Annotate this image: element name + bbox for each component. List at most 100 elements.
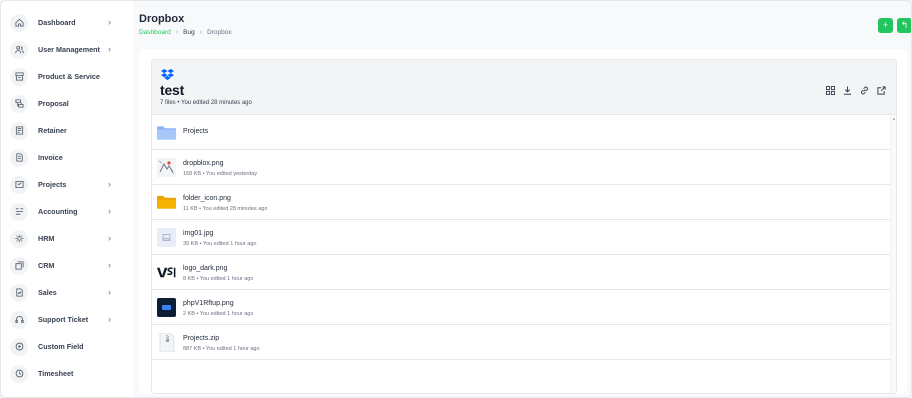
sidebar-item-label: CRM <box>38 261 55 270</box>
image-thumbnail-icon <box>157 228 176 247</box>
file-info: 8 KB • You edited 1 hour ago <box>183 276 254 282</box>
scroll-up-icon: ▲ <box>892 116 896 121</box>
sidebar-item-product-service[interactable]: Product & Service <box>1 63 133 90</box>
link-icon[interactable] <box>860 86 869 95</box>
scrollbar[interactable]: ▲ <box>890 115 896 393</box>
sidebar-item-label: Accounting <box>38 207 78 216</box>
add-button[interactable]: + <box>878 18 893 33</box>
users-icon <box>10 40 28 59</box>
sidebar-item-retainer[interactable]: Retainer <box>1 117 133 144</box>
file-row-folder-icon-png[interactable]: folder_icon.png 11 KB • You edited 28 min… <box>152 185 892 220</box>
plus-icon: + <box>882 20 889 30</box>
file-name: phpV1Rftup.png <box>183 300 234 307</box>
folder-icon <box>157 123 176 142</box>
chevron-right-icon: › <box>108 179 111 189</box>
sidebar-item-label: HRM <box>38 234 55 243</box>
chevron-right-icon: › <box>108 260 111 270</box>
sidebar-item-label: User Management <box>38 45 100 54</box>
dropbox-embed: test 7 files • You edited 28 minutes ago <box>151 59 897 394</box>
grid-icon[interactable] <box>826 86 835 95</box>
breadcrumb-bug[interactable]: Bug <box>183 29 195 36</box>
download-icon[interactable] <box>843 86 852 95</box>
sidebar-item-user-management[interactable]: User Management › <box>1 36 133 63</box>
image-thumbnail-icon <box>157 158 176 177</box>
chevron-right-icon: › <box>108 17 111 27</box>
custom-field-icon <box>10 337 28 356</box>
hrm-icon <box>10 229 28 248</box>
file-name: img01.jpg <box>183 230 214 237</box>
file-row-projects[interactable]: Projects <box>152 115 892 150</box>
image-thumbnail-icon <box>157 298 176 317</box>
folder-name: test <box>160 82 185 98</box>
sidebar-item-accounting[interactable]: Accounting › <box>1 198 133 225</box>
sidebar-item-label: Support Ticket <box>38 315 89 324</box>
file-row-img01-jpg[interactable]: img01.jpg 39 KB • You edited 1 hour ago <box>152 220 892 255</box>
chevron-right-icon: › <box>108 44 111 54</box>
crm-icon <box>10 256 28 275</box>
sidebar-item-label: Projects <box>38 180 67 189</box>
sidebar-item-label: Dashboard <box>38 18 76 27</box>
breadcrumb-dropbox: Dropbox <box>207 29 232 36</box>
sidebar-item-label: Product & Service <box>38 72 100 81</box>
sidebar: Dashboard › User Management › Product & Serv… <box>1 1 133 397</box>
sidebar-item-support-ticket[interactable]: Support Ticket › <box>1 306 133 333</box>
file-name: dropblox.png <box>183 160 224 167</box>
file-info: 39 KB • You edited 1 hour ago <box>183 241 257 247</box>
accounting-icon <box>10 202 28 221</box>
file-row-dropblox-png[interactable]: dropblox.png 168 KB • You edited yesterda… <box>152 150 892 185</box>
chevron-right-icon: › <box>108 206 111 216</box>
clock-icon <box>10 364 28 383</box>
app-window: Dashboard › User Management › Product & Serv… <box>0 0 912 398</box>
breadcrumb-separator: › <box>199 29 203 36</box>
box-icon <box>10 67 28 86</box>
projects-icon <box>10 175 28 194</box>
folder-icon <box>157 193 176 212</box>
sidebar-item-label: Sales <box>38 288 57 297</box>
breadcrumb: Dashboard › Bug › Dropbox <box>139 29 232 36</box>
sidebar-item-invoice[interactable]: Invoice <box>1 144 133 171</box>
file-info: 168 KB • You edited yesterday <box>183 171 258 177</box>
sales-icon <box>10 283 28 302</box>
dropbox-logo-icon <box>161 69 174 80</box>
retainer-icon <box>10 121 28 140</box>
dropbox-actions <box>826 86 886 95</box>
sidebar-item-custom-field[interactable]: Custom Field <box>1 333 133 360</box>
file-row-phpv1rftup-png[interactable]: phpV1Rftup.png 2 KB • You edited 1 hour a… <box>152 290 892 325</box>
file-list: Projects dropblox.png 168 KB • You edited … <box>152 115 892 393</box>
back-button[interactable]: ↰ <box>897 18 911 33</box>
sidebar-item-proposal[interactable]: Proposal <box>1 90 133 117</box>
zip-file-icon <box>157 333 176 352</box>
chevron-right-icon: › <box>108 314 111 324</box>
sidebar-item-label: Timesheet <box>38 369 74 378</box>
sidebar-item-projects[interactable]: Projects › <box>1 171 133 198</box>
file-name: Projects.zip <box>183 335 220 342</box>
image-thumbnail-icon <box>157 263 176 282</box>
sidebar-item-dashboard[interactable]: Dashboard › <box>1 9 133 36</box>
file-name: logo_dark.png <box>183 265 228 272</box>
chevron-right-icon: › <box>108 233 111 243</box>
file-info: 11 KB • You edited 28 minutes ago <box>183 206 268 212</box>
dropbox-header: test 7 files • You edited 28 minutes ago <box>152 60 896 115</box>
headset-icon <box>10 310 28 329</box>
sidebar-item-hrm[interactable]: HRM › <box>1 225 133 252</box>
page-title: Dropbox <box>139 13 185 25</box>
file-name: folder_icon.png <box>183 195 231 202</box>
sidebar-item-timesheet[interactable]: Timesheet <box>1 360 133 387</box>
invoice-icon <box>10 148 28 167</box>
file-name: Projects <box>183 128 209 135</box>
file-row-projects-zip[interactable]: Projects.zip 887 KB • You edited 1 hour a… <box>152 325 892 360</box>
main-content: Dropbox Dashboard › Bug › Dropbox + ↰ te… <box>133 1 911 397</box>
breadcrumb-separator: › <box>175 29 179 36</box>
folder-meta: 7 files • You edited 28 minutes ago <box>160 100 252 106</box>
external-link-icon[interactable] <box>877 86 886 95</box>
sidebar-item-crm[interactable]: CRM › <box>1 252 133 279</box>
file-info: 887 KB • You edited 1 hour ago <box>183 346 260 352</box>
sidebar-item-label: Retainer <box>38 126 67 135</box>
chevron-right-icon: › <box>108 287 111 297</box>
sidebar-item-label: Invoice <box>38 153 63 162</box>
proposal-icon <box>10 94 28 113</box>
sidebar-item-sales[interactable]: Sales › <box>1 279 133 306</box>
file-row-logo-dark-png[interactable]: logo_dark.png 8 KB • You edited 1 hour ag… <box>152 255 892 290</box>
breadcrumb-dashboard[interactable]: Dashboard <box>139 29 171 36</box>
file-info: 2 KB • You edited 1 hour ago <box>183 311 254 317</box>
